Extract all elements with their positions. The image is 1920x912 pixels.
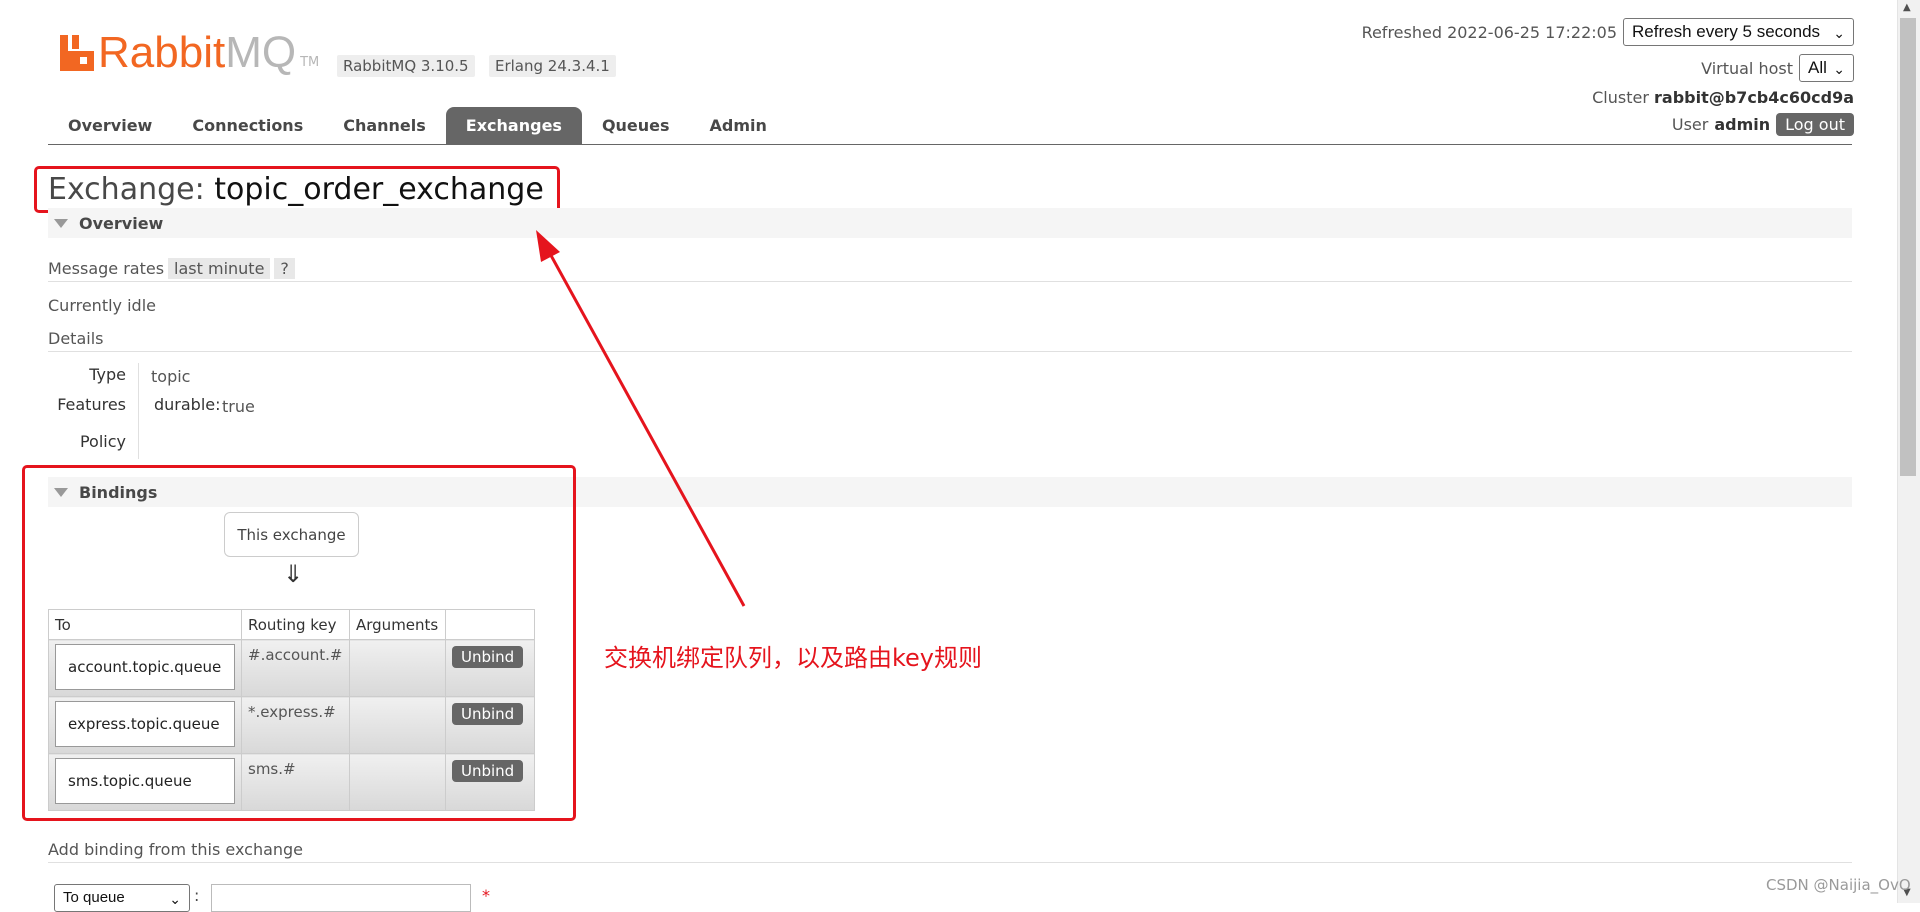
- divider: [48, 862, 1852, 863]
- destination-input[interactable]: [211, 884, 471, 912]
- watermark: CSDN @Naijia_OvO: [1766, 876, 1911, 894]
- annotation-text: 交换机绑定队列，以及路由key规则: [604, 644, 983, 672]
- chevron-down-icon: ⌄: [169, 891, 181, 907]
- destination-type-select[interactable]: To queue ⌄: [54, 884, 190, 912]
- add-binding-label: Add binding from this exchange: [48, 840, 304, 859]
- required-marker: *: [482, 886, 490, 905]
- annotation-arrow-icon: [536, 230, 746, 607]
- colon-separator: :: [194, 886, 200, 905]
- scrollbar-thumb[interactable]: [1900, 18, 1916, 476]
- scroll-up-arrow-icon[interactable]: ▲: [1903, 2, 1911, 13]
